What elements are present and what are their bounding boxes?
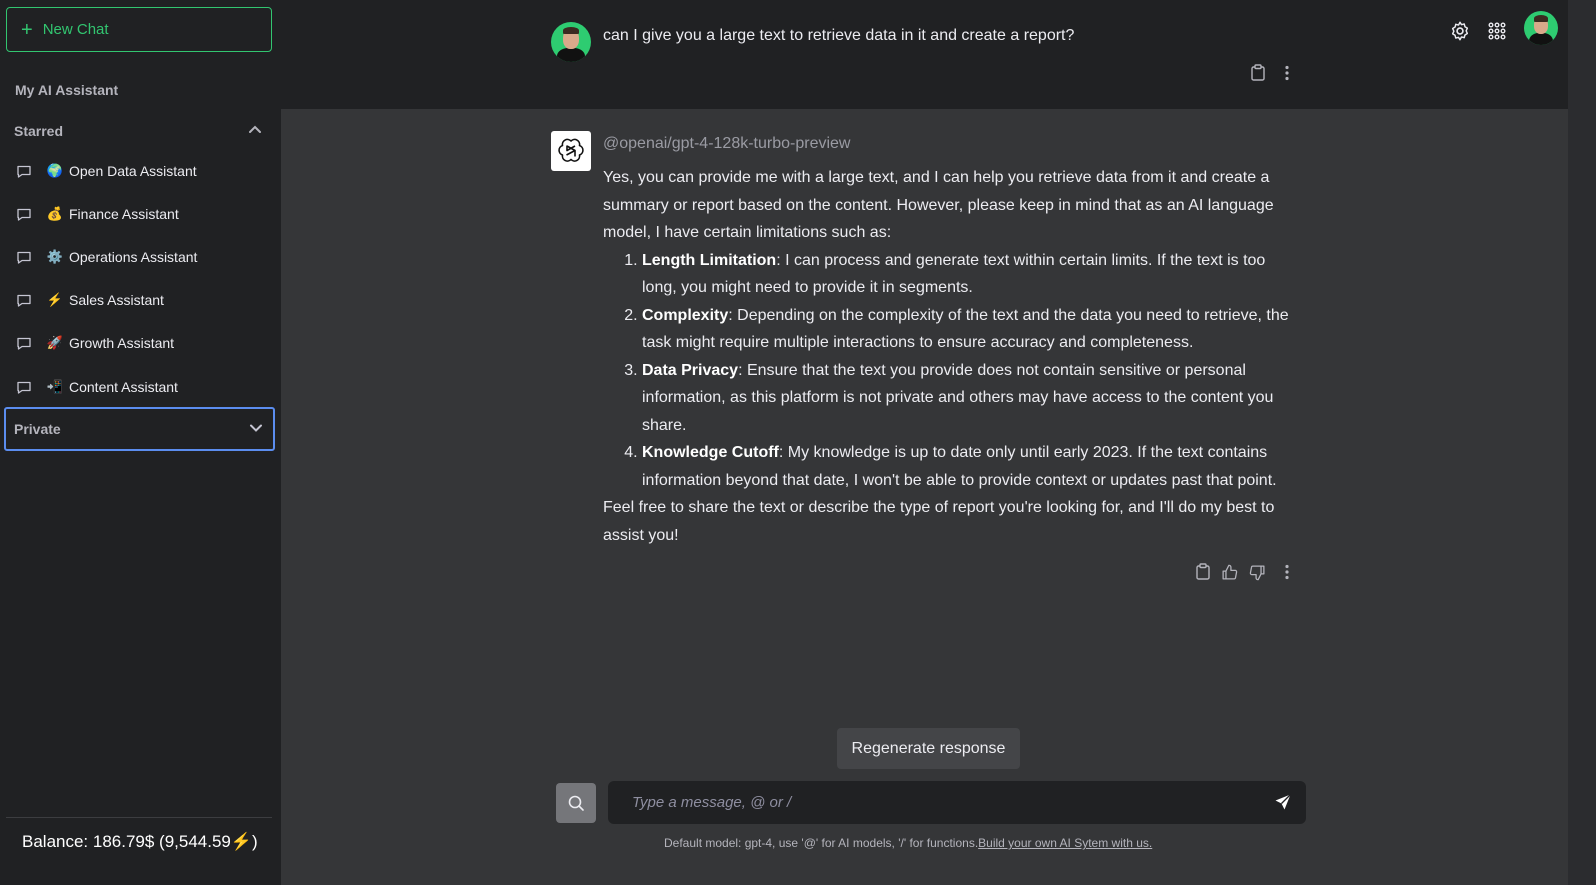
sidebar-item-label: Finance Assistant	[69, 205, 179, 222]
model-name: @openai/gpt-4-128k-turbo-preview	[603, 135, 851, 152]
sidebar-item-label: Growth Assistant	[69, 335, 175, 352]
thumbs-down-icon[interactable]	[1248, 563, 1266, 581]
globe-icon: 🌍	[46, 162, 64, 178]
sidebar-item-growth-assistant[interactable]: 🚀 Growth Assistant	[0, 322, 281, 365]
more-vertical-icon[interactable]	[1280, 563, 1294, 581]
send-icon[interactable]	[1274, 793, 1294, 813]
copy-icon[interactable]	[1249, 64, 1267, 82]
build-your-own-link[interactable]: Build your own AI Sytem with us.	[978, 836, 1152, 850]
user-message-area	[281, 0, 1568, 109]
new-chat-label: New Chat	[42, 21, 109, 38]
starred-label: Starred	[14, 122, 64, 139]
chat-bubble-icon	[16, 335, 32, 351]
sidebar: + New Chat My AI Assistant Starred 🌍 Ope…	[0, 0, 281, 885]
chat-bubble-icon	[16, 163, 32, 179]
chat-bubble-icon	[16, 292, 32, 308]
mobile-arrow-icon: 📲	[46, 378, 64, 394]
gear-icon: ⚙️	[46, 248, 64, 264]
sidebar-divider	[6, 817, 272, 818]
plus-icon: +	[21, 18, 33, 41]
more-vertical-icon[interactable]	[1280, 64, 1294, 82]
private-section-toggle[interactable]: Private	[4, 407, 275, 451]
search-button[interactable]	[556, 783, 596, 823]
chat-bubble-icon	[16, 379, 32, 395]
sidebar-item-label: Open Data Assistant	[69, 162, 197, 179]
sidebar-item-operations-assistant[interactable]: ⚙️ Operations Assistant	[0, 235, 281, 278]
new-chat-button[interactable]: + New Chat	[6, 7, 272, 52]
chevron-down-icon	[249, 421, 263, 438]
sidebar-item-label: Content Assistant	[69, 378, 178, 395]
sidebar-item-open-data-assistant[interactable]: 🌍 Open Data Assistant	[0, 149, 281, 192]
starred-header[interactable]: Starred	[14, 122, 262, 139]
openai-logo-icon	[551, 131, 591, 171]
assistant-intro: Yes, you can provide me with a large tex…	[603, 169, 1274, 241]
message-input-container	[608, 781, 1306, 824]
sidebar-item-label: Sales Assistant	[69, 292, 164, 309]
chevron-up-icon[interactable]	[248, 122, 262, 139]
private-label: Private	[14, 421, 61, 437]
thumbs-up-icon[interactable]	[1220, 563, 1238, 581]
chat-bubble-icon	[16, 206, 32, 222]
regenerate-response-button[interactable]: Regenerate response	[837, 728, 1020, 769]
copy-icon[interactable]	[1194, 563, 1212, 581]
lightning-icon: ⚡	[46, 292, 64, 308]
user-message-text: can I give you a large text to retrieve …	[603, 27, 1075, 44]
assistant-outro: Feel free to share the text or describe …	[603, 499, 1275, 544]
list-item: Complexity: Depending on the complexity …	[642, 302, 1303, 357]
settings-gear-icon[interactable]	[1449, 20, 1471, 42]
footer-note: Default model: gpt-4, use '@' for AI mod…	[0, 836, 1596, 850]
sidebar-item-sales-assistant[interactable]: ⚡ Sales Assistant	[0, 279, 281, 322]
assistant-message: Yes, you can provide me with a large tex…	[603, 164, 1303, 549]
rocket-icon: 🚀	[46, 335, 64, 351]
profile-avatar[interactable]	[1524, 11, 1558, 45]
message-input[interactable]	[608, 781, 1258, 824]
sidebar-item-content-assistant[interactable]: 📲 Content Assistant	[0, 365, 281, 408]
user-avatar	[551, 22, 591, 62]
list-item: Data Privacy: Ensure that the text you p…	[642, 357, 1303, 440]
chat-bubble-icon	[16, 249, 32, 265]
sidebar-item-label: Operations Assistant	[69, 248, 198, 265]
scrollbar[interactable]	[1568, 0, 1596, 885]
money-bag-icon: 💰	[46, 205, 64, 221]
sidebar-item-finance-assistant[interactable]: 💰 Finance Assistant	[0, 192, 281, 235]
assistant-points: Length Limitation: I can process and gen…	[642, 247, 1303, 495]
list-item: Length Limitation: I can process and gen…	[642, 247, 1303, 302]
sidebar-section-title: My AI Assistant	[15, 82, 119, 98]
starred-list: 🌍 Open Data Assistant 💰 Finance Assistan…	[0, 149, 281, 408]
apps-grid-icon[interactable]	[1487, 21, 1507, 41]
footer-text: Default model: gpt-4, use '@' for AI mod…	[664, 836, 979, 850]
search-icon	[568, 795, 584, 811]
list-item: Knowledge Cutoff: My knowledge is up to …	[642, 439, 1303, 494]
